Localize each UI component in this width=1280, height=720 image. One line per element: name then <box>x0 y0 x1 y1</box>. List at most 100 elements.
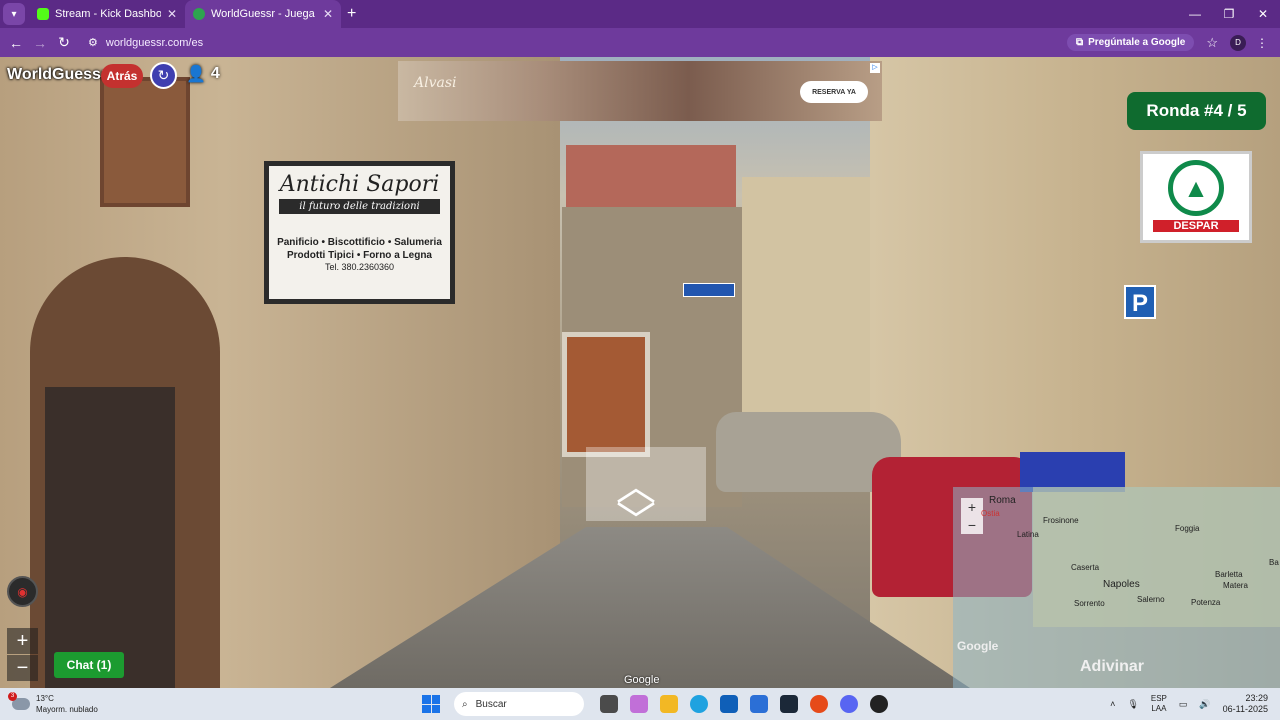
zoom-in-button[interactable]: + <box>7 628 38 654</box>
omnibox[interactable]: ⚙ worldguessr.com/es <box>82 32 1067 54</box>
minimize-icon[interactable]: — <box>1178 7 1212 21</box>
new-tab-button[interactable]: + <box>341 5 362 23</box>
map-city-label: Ostia <box>981 509 1000 518</box>
window-controls: — ❐ ✕ <box>1178 7 1280 21</box>
language-indicator[interactable]: ESP LAA <box>1151 694 1167 714</box>
bookmark-star-icon[interactable]: ☆ <box>1206 35 1218 51</box>
lang-bottom: LAA <box>1151 704 1167 713</box>
map-city-label: Napoles <box>1103 579 1140 590</box>
network-icon[interactable]: ▭ <box>1179 699 1188 710</box>
map-city-label: Foggia <box>1175 524 1200 533</box>
forward-arrow-icon[interactable]: → <box>28 35 52 51</box>
notification-badge: 3 <box>8 692 17 701</box>
lang-top: ESP <box>1150 694 1167 703</box>
taskbar-search[interactable]: ⌕ Buscar <box>454 692 584 716</box>
site-info-icon[interactable]: ⚙ <box>88 36 98 49</box>
map-city-label: Ba <box>1269 558 1279 567</box>
ad-brand: Alvasi <box>414 75 457 91</box>
map-city-label: Potenza <box>1191 598 1221 607</box>
window-shutter <box>100 77 190 207</box>
wooden-door <box>562 332 650 457</box>
reload-icon[interactable]: ↻ <box>52 34 76 51</box>
street-nav-arrows[interactable]: ︿ ﹀ <box>586 447 706 542</box>
direction-sign <box>683 283 735 297</box>
store-icon[interactable] <box>720 695 738 713</box>
discord-icon[interactable] <box>840 695 858 713</box>
map-city-label: Roma <box>989 495 1016 506</box>
tab-worldguessr[interactable]: WorldGuessr - Juega GeoGuess ✕ <box>185 0 341 28</box>
google-watermark: Google <box>624 674 660 686</box>
round-badge: Ronda #4 / 5 <box>1127 92 1266 130</box>
task-view-icon[interactable] <box>600 695 618 713</box>
tiled-roof <box>566 145 736 215</box>
tab-title: WorldGuessr - Juega GeoGuess <box>211 8 317 20</box>
ask-google-label: Pregúntale a Google <box>1088 37 1186 48</box>
guess-button[interactable]: Adivinar <box>1080 658 1144 676</box>
ask-google-button[interactable]: ⧉ Pregúntale a Google <box>1066 34 1195 51</box>
despar-label: DESPAR <box>1153 220 1239 232</box>
tab-search-button[interactable]: ▾ <box>3 3 25 25</box>
despar-sign: ▲ DESPAR <box>1140 151 1252 243</box>
map-zoom-out-button[interactable]: − <box>961 516 983 534</box>
players-number: 4 <box>210 65 220 82</box>
blue-bins <box>1020 452 1125 492</box>
ad-cta-button[interactable]: RESERVA YA <box>800 81 868 103</box>
shop-name: Antichi Sapori <box>279 172 440 197</box>
cloud-icon: 3 <box>8 692 30 710</box>
chat-button[interactable]: Chat (1) <box>54 652 124 678</box>
system-tray: ˄ 🎙 ESP LAA ▭ 🔊 23:29 06-11-2025 <box>1110 693 1268 715</box>
worldguessr-logo[interactable]: WorldGuessr <box>7 66 107 84</box>
copilot-icon[interactable] <box>630 695 648 713</box>
zoom-out-button[interactable]: − <box>7 655 38 681</box>
clock-date: 06-11-2025 <box>1222 704 1268 714</box>
move-back-icon[interactable]: ﹀ <box>616 502 656 542</box>
clock[interactable]: 23:29 06-11-2025 <box>1223 693 1268 715</box>
ad-choices-icon[interactable]: ▷ <box>870 63 880 73</box>
restore-icon[interactable]: ❐ <box>1212 7 1246 21</box>
back-arrow-icon[interactable]: ← <box>4 35 28 51</box>
map-google-logo: Google <box>957 639 999 653</box>
windows-start-icon[interactable] <box>422 695 440 713</box>
address-bar: ← → ↻ ⚙ worldguessr.com/es ⧉ Pregúntale … <box>0 28 1280 57</box>
microphone-icon[interactable]: 🎙 <box>1127 699 1138 710</box>
map-city-label: Caserta <box>1071 563 1100 572</box>
outlook-icon[interactable] <box>750 695 768 713</box>
map-city-label: Matera <box>1223 581 1248 590</box>
menu-kebab-icon[interactable]: ⋮ <box>1256 36 1268 50</box>
temperature: 13°C <box>36 694 54 703</box>
kick-favicon-icon <box>37 8 49 20</box>
back-button[interactable]: Atrás <box>101 64 143 88</box>
volume-icon[interactable]: 🔊 <box>1199 699 1210 710</box>
ad-banner[interactable]: Alvasi RESERVA YA ▷ <box>398 61 882 121</box>
shop-line-1: Panificio • Biscottificio • Salumeria <box>277 237 442 248</box>
map-zoom-in-button[interactable]: + <box>961 498 983 516</box>
tab-kick-dashboard[interactable]: Stream - Kick Dashboard ✕ <box>29 0 185 28</box>
weather-condition: Mayorm. nublado <box>36 705 98 714</box>
map-city-label: Frosinone <box>1043 516 1079 525</box>
shop-line-2: Prodotti Tipici • Forno a Legna <box>287 250 432 261</box>
tray-chevron-icon[interactable]: ˄ <box>1110 699 1115 709</box>
refresh-icon[interactable]: ↻ <box>150 62 177 89</box>
file-explorer-icon[interactable] <box>660 695 678 713</box>
compass-icon[interactable]: ◉ <box>7 576 38 607</box>
shop-phone: Tel. 380.2360360 <box>324 262 395 272</box>
weather-widget[interactable]: 3 13°C Mayorm. nublado <box>8 692 392 715</box>
edge-icon[interactable] <box>690 695 708 713</box>
close-tab-icon[interactable]: ✕ <box>167 7 177 21</box>
chrome-icon[interactable] <box>810 695 828 713</box>
map-city-label: Latina <box>1017 530 1039 539</box>
map-city-label: Sorrento <box>1074 599 1105 608</box>
user-icon: 👤 <box>186 66 206 83</box>
close-tab-icon[interactable]: ✕ <box>323 7 333 21</box>
move-forward-icon[interactable]: ︿ <box>616 467 656 507</box>
shop-sign: Antichi Sapori il futuro delle tradizion… <box>264 161 455 304</box>
close-window-icon[interactable]: ✕ <box>1246 7 1280 21</box>
shop-window <box>45 387 175 688</box>
steam-icon[interactable] <box>780 695 798 713</box>
url-text: worldguessr.com/es <box>105 36 204 49</box>
parking-sign: P <box>1124 285 1156 319</box>
tree-logo-icon: ▲ <box>1168 160 1224 216</box>
profile-avatar[interactable]: D <box>1230 34 1246 51</box>
players-count: 👤 4 <box>186 64 220 84</box>
obs-icon[interactable] <box>870 695 888 713</box>
